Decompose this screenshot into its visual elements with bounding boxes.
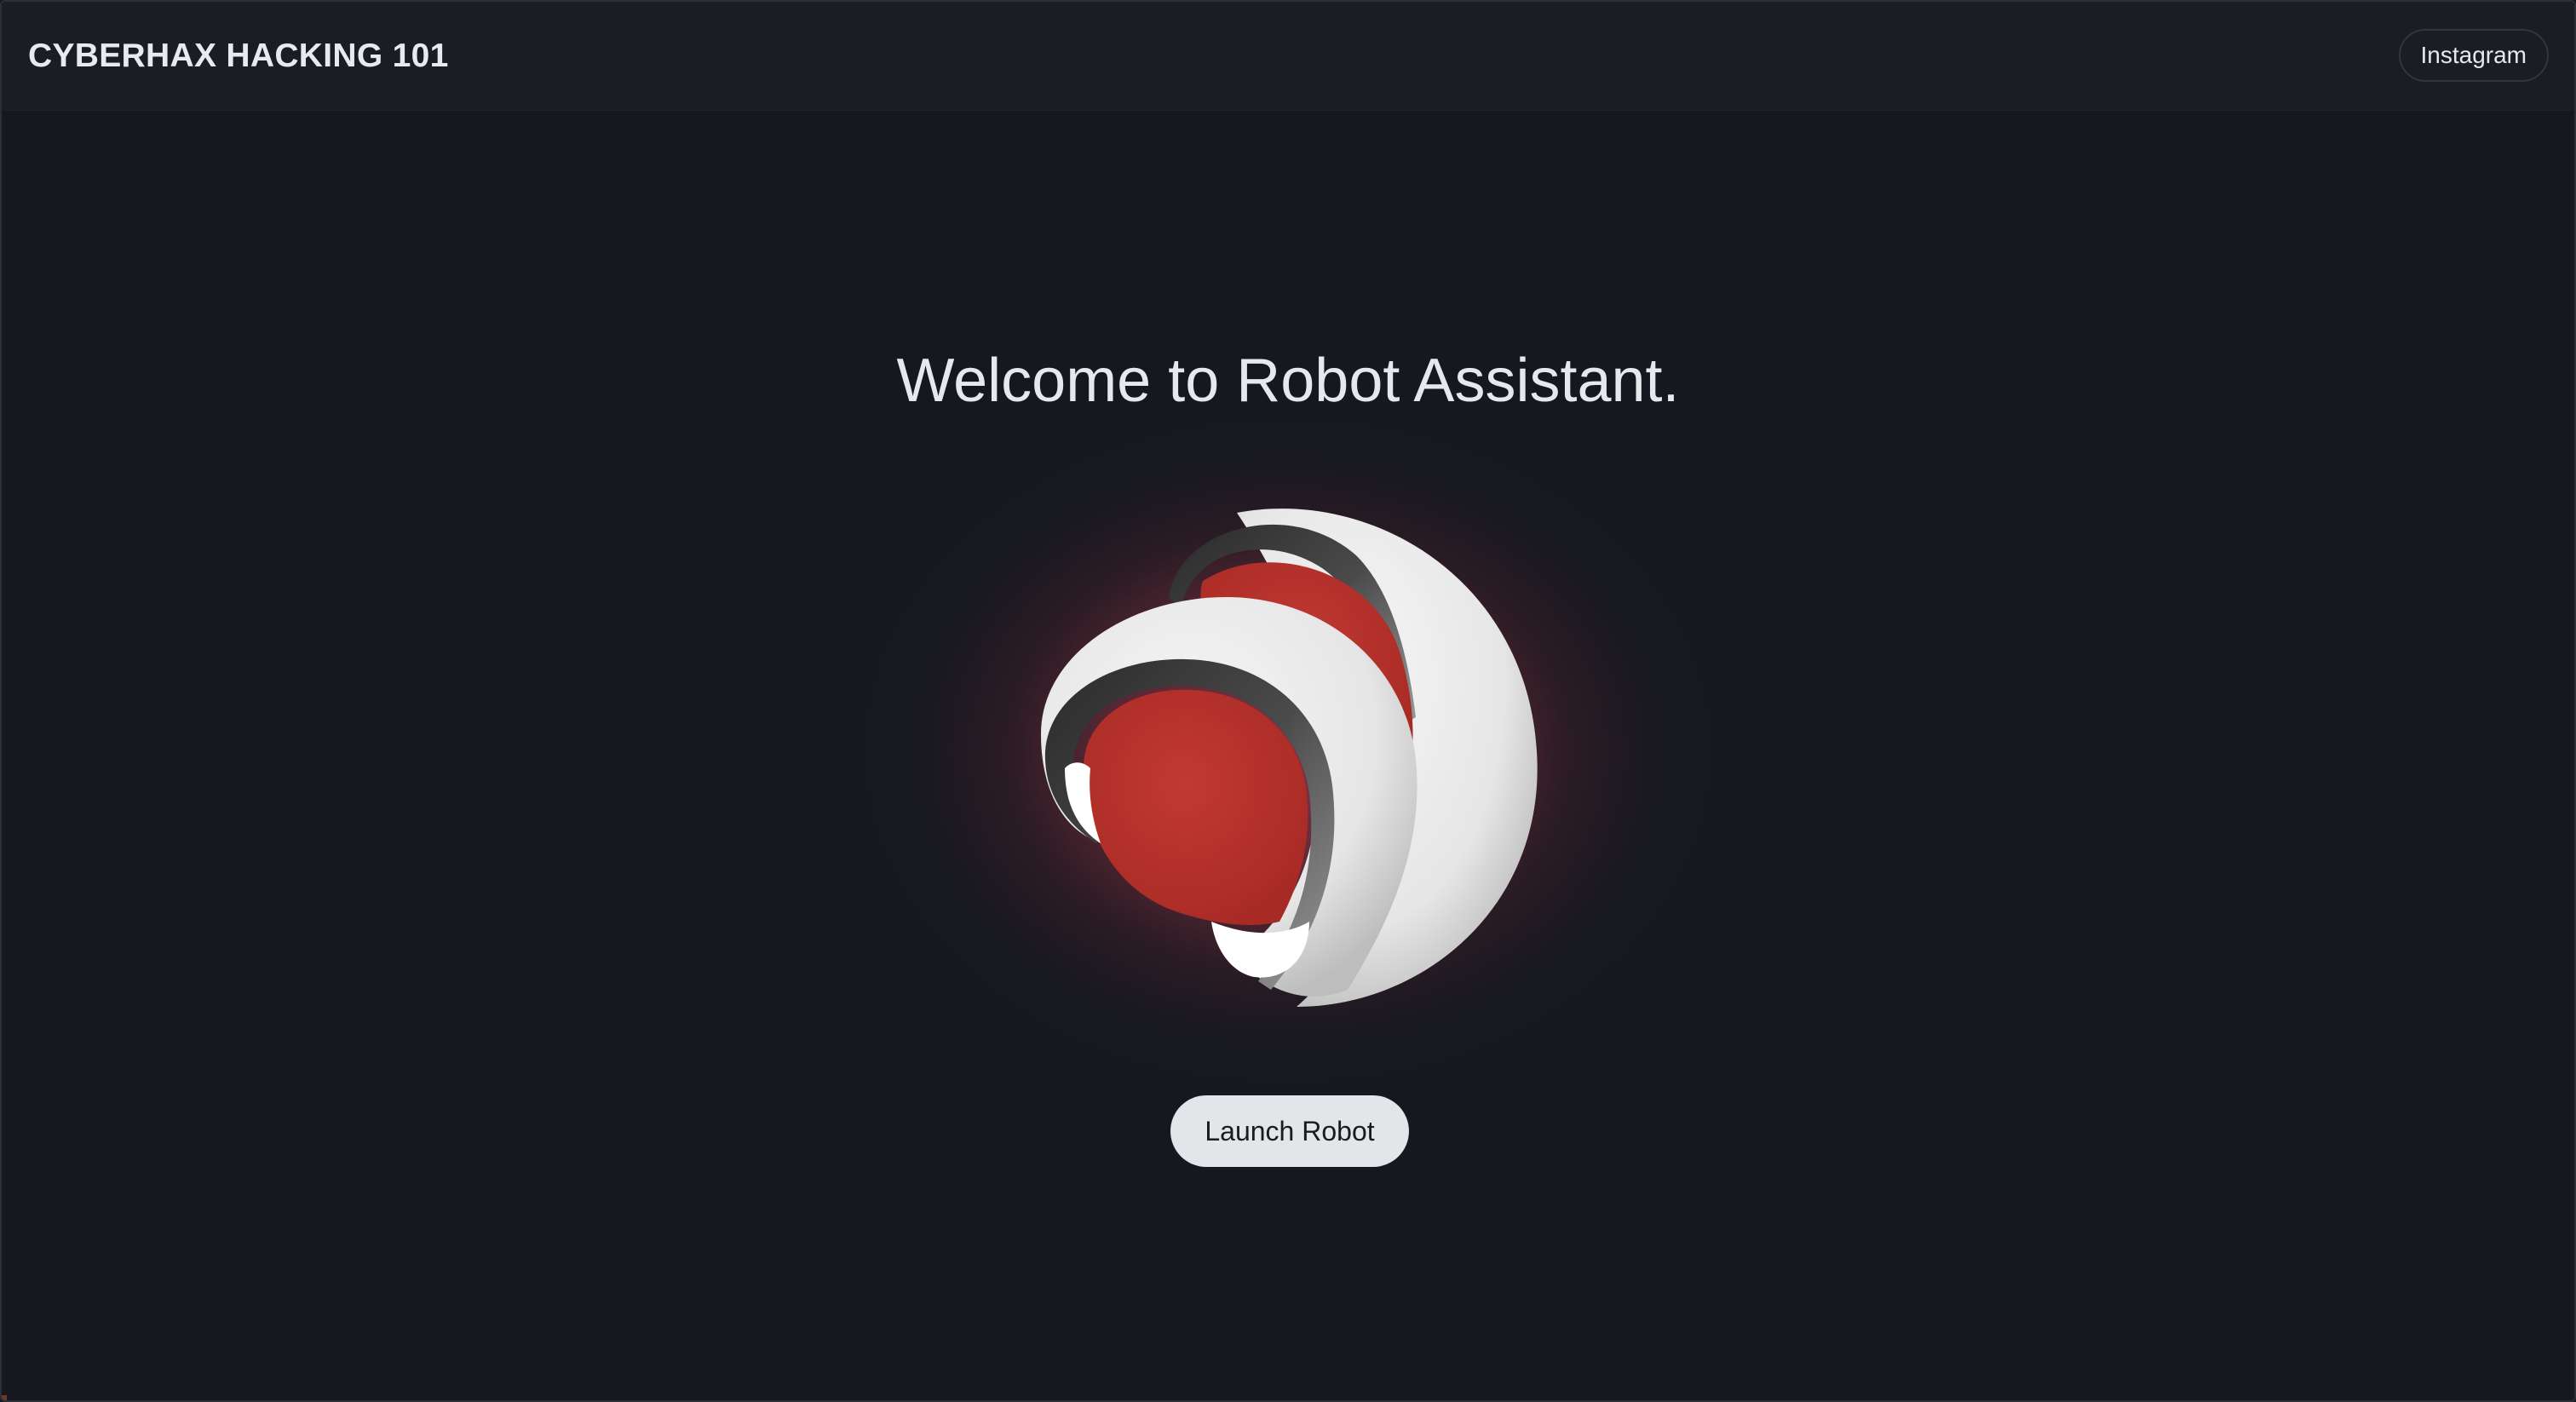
instagram-button[interactable]: Instagram bbox=[2398, 29, 2549, 82]
launch-robot-button[interactable]: Launch Robot bbox=[1170, 1095, 1409, 1167]
robot-orb-icon bbox=[1041, 509, 1538, 1007]
top-navbar: CYBERHAX HACKING 101 Instagram bbox=[2, 2, 2574, 111]
corner-accent bbox=[2, 1395, 7, 1400]
welcome-heading: Welcome to Robot Assistant. bbox=[896, 347, 1680, 415]
brand-title[interactable]: CYBERHAX HACKING 101 bbox=[28, 36, 449, 77]
app-window: CYBERHAX HACKING 101 Instagram Welcome t… bbox=[0, 0, 2576, 1402]
